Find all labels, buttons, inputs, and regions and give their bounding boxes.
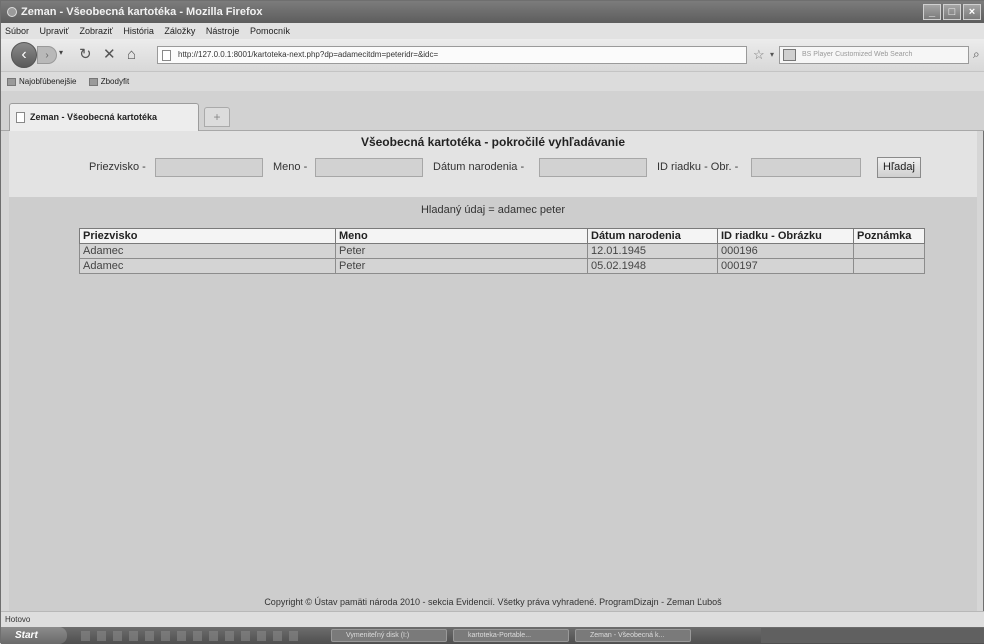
start-button[interactable]: Start xyxy=(1,627,67,644)
bookmark-icon xyxy=(7,77,16,86)
new-tab-button[interactable]: + xyxy=(204,107,230,127)
tab-strip: Zeman - Všeobecná kartotéka + xyxy=(1,91,984,131)
task-kartoteka-portable[interactable]: kartoteka-Portable... xyxy=(453,629,569,642)
taskbar: Start Vymeniteľný disk (I:) kartoteka-Po… xyxy=(1,627,984,644)
window-title: Zeman - Všeobecná kartotéka - Mozilla Fi… xyxy=(21,6,263,18)
cell-surname: Adamec xyxy=(79,258,336,274)
search-go-icon[interactable]: ⌕ xyxy=(973,47,980,62)
status-bar: Hotovo xyxy=(1,611,984,627)
close-button[interactable]: × xyxy=(963,4,981,20)
column-header: Poznámka xyxy=(853,228,925,244)
forward-button[interactable]: › xyxy=(37,46,57,64)
cell-name: Peter xyxy=(335,258,588,274)
results-table: Priezvisko Meno Dátum narodenia ID riadk… xyxy=(79,228,925,274)
bookmark-most-visited[interactable]: Najobľúbenejšie xyxy=(7,77,76,86)
cell-id: 000196 xyxy=(717,243,854,259)
page-icon xyxy=(162,50,171,61)
status-text: Hotovo xyxy=(5,615,31,624)
search-placeholder: BS Player Customized Web Search xyxy=(802,51,913,58)
maximize-button[interactable]: □ xyxy=(943,4,961,20)
title-bar: Zeman - Všeobecná kartotéka - Mozilla Fi… xyxy=(1,1,984,23)
column-header: Dátum narodenia xyxy=(587,228,718,244)
id-label: ID riadku - Obr. - xyxy=(657,161,739,173)
quick-launch-icons[interactable] xyxy=(81,631,301,641)
history-dropdown-icon[interactable]: ▾ xyxy=(59,48,63,57)
cell-id: 000197 xyxy=(717,258,854,274)
menu-help[interactable]: Pomocník xyxy=(250,26,290,36)
search-form: Priezvisko - Meno - Dátum narodenia - ID… xyxy=(9,157,977,181)
stop-icon[interactable]: ✕ xyxy=(103,47,116,63)
navigation-toolbar: ‹ › ▾ ↻ ✕ ⌂ http://127.0.0.1:8001/kartot… xyxy=(1,39,984,71)
search-engine-icon[interactable] xyxy=(783,49,796,61)
menu-bookmarks[interactable]: Záložky xyxy=(164,26,195,36)
search-button[interactable]: Hľadaj xyxy=(877,157,921,178)
bookmark-label: Zbodyfit xyxy=(100,77,130,86)
page-footer: Copyright © Ústav pamäti národa 2010 - s… xyxy=(264,597,722,607)
bookmark-icon xyxy=(88,77,98,86)
task-removable-disk[interactable]: Vymeniteľný disk (I:) xyxy=(331,629,447,642)
dob-label: Dátum narodenia - xyxy=(433,161,525,173)
url-text: http://127.0.0.1:8001/kartoteka-next.php… xyxy=(178,50,439,59)
page-title: Všeobecná kartotéka - pokročilé vyhľadáv… xyxy=(360,135,626,149)
system-tray xyxy=(761,628,984,643)
browser-window: Zeman - Všeobecná kartotéka - Mozilla Fi… xyxy=(0,0,984,644)
cell-note xyxy=(853,258,925,274)
bookmark-star-icon[interactable]: ☆ xyxy=(753,47,765,63)
menu-bar: Súbor Upraviť Zobraziť História Záložky … xyxy=(1,23,984,39)
search-header: Všeobecná kartotéka - pokročilé vyhľadáv… xyxy=(9,131,977,197)
table-row[interactable]: Adamec Peter 05.02.1948 000197 xyxy=(79,258,925,274)
search-input[interactable]: BS Player Customized Web Search xyxy=(779,46,969,64)
cell-surname: Adamec xyxy=(79,243,336,259)
star-dropdown-icon[interactable]: ▾ xyxy=(770,50,774,59)
cell-dob: 12.01.1945 xyxy=(587,243,718,259)
table-header-row: Priezvisko Meno Dátum narodenia ID riadk… xyxy=(79,228,925,244)
surname-input[interactable] xyxy=(155,158,263,177)
home-icon[interactable]: ⌂ xyxy=(127,47,136,63)
menu-history[interactable]: História xyxy=(123,26,154,36)
menu-file[interactable]: Súbor xyxy=(5,26,29,36)
page-icon xyxy=(16,112,25,123)
id-input[interactable] xyxy=(751,158,861,177)
table-row[interactable]: Adamec Peter 12.01.1945 000196 xyxy=(79,243,925,259)
name-input[interactable] xyxy=(315,158,423,177)
task-firefox-zeman[interactable]: Zeman - Všeobecná k... xyxy=(575,629,691,642)
minimize-button[interactable]: _ xyxy=(923,4,941,20)
tab-kartoteka[interactable]: Zeman - Všeobecná kartotéka xyxy=(9,103,199,131)
address-bar[interactable]: http://127.0.0.1:8001/kartoteka-next.php… xyxy=(157,46,747,64)
bookmark-zbodyfit[interactable]: Zbodyfit xyxy=(88,77,130,86)
tab-label: Zeman - Všeobecná kartotéka xyxy=(30,112,158,122)
column-header: Meno xyxy=(335,228,588,244)
surname-label: Priezvisko - xyxy=(89,161,146,173)
bookmarks-toolbar: Najobľúbenejšie Zbodyfit xyxy=(1,71,984,91)
cell-name: Peter xyxy=(335,243,588,259)
cell-note xyxy=(853,243,925,259)
menu-view[interactable]: Zobraziť xyxy=(79,26,112,36)
reload-icon[interactable]: ↻ xyxy=(79,47,92,63)
name-label: Meno - xyxy=(273,161,308,173)
column-header: Priezvisko xyxy=(79,228,336,244)
page-content: Všeobecná kartotéka - pokročilé vyhľadáv… xyxy=(9,131,977,611)
bookmark-label: Najobľúbenejšie xyxy=(19,77,77,86)
column-header: ID riadku - Obrázku xyxy=(717,228,854,244)
cell-dob: 05.02.1948 xyxy=(587,258,718,274)
firefox-icon xyxy=(7,7,17,18)
menu-edit[interactable]: Upraviť xyxy=(40,26,69,36)
menu-tools[interactable]: Nástroje xyxy=(206,26,240,36)
search-result-text: Hladaný údaj = adamec peter xyxy=(420,204,565,216)
window-controls: _ □ × xyxy=(923,4,981,20)
dob-input[interactable] xyxy=(539,158,647,177)
back-button[interactable]: ‹ xyxy=(11,42,37,68)
